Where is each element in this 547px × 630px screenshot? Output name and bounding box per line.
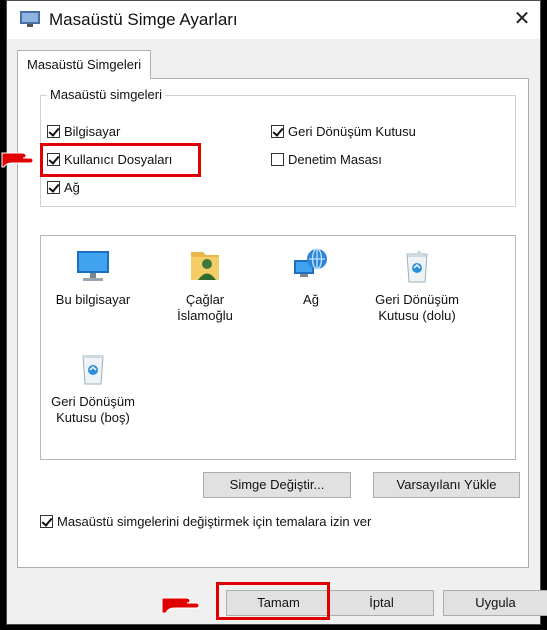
checkbox-label: Ağ — [64, 180, 80, 195]
pointing-hand-icon — [1, 152, 34, 168]
checkbox-label: Bilgisayar — [64, 124, 121, 139]
desktop-icon-settings-dialog: Masaüstü Simge Ayarları ✕ Masaüstü Simge… — [6, 0, 547, 625]
recycle-bin-empty-icon — [82, 355, 104, 385]
checkbox-label: Geri Dönüşüm Kutusu — [288, 124, 416, 139]
apply-button[interactable]: Uygula — [443, 590, 547, 616]
icon-item-user-files[interactable]: Çağlar İslamoğlu — [159, 246, 251, 324]
icon-item-network[interactable]: Ağ — [265, 246, 357, 308]
tab-desktop-icons[interactable]: Masaüstü Simgeleri — [17, 50, 152, 79]
checkbox-box[interactable] — [47, 125, 60, 138]
checkbox-computer[interactable]: Bilgisayar — [47, 124, 120, 139]
checkbox-recycle-bin[interactable]: Geri Dönüşüm Kutusu — [271, 124, 416, 139]
group-legend: Masaüstü simgeleri — [47, 87, 165, 102]
checkbox-control-panel[interactable]: Denetim Masası — [271, 152, 382, 167]
network-globe-icon — [294, 248, 327, 277]
window-title: Masaüstü Simge Ayarları — [49, 10, 238, 29]
icon-item-this-pc[interactable]: Bu bilgisayar — [47, 246, 139, 308]
icon-label: Çağlar İslamoğlu — [177, 292, 233, 323]
monitor-icon — [77, 251, 109, 281]
checkbox-network[interactable]: Ağ — [47, 180, 80, 195]
change-icon-button[interactable]: Simge Değiştir... — [203, 472, 351, 498]
checkbox-label: Denetim Masası — [288, 152, 382, 167]
user-files-highlight — [40, 143, 201, 177]
recycle-bin-full-icon — [406, 250, 428, 283]
allow-themes-checkbox[interactable]: Masaüstü simgelerini değiştirmek için te… — [40, 514, 371, 529]
checkbox-box[interactable] — [271, 153, 284, 166]
icon-label: Geri Dönüşüm Kutusu (dolu) — [375, 292, 459, 323]
icon-label: Geri Dönüşüm Kutusu (boş) — [51, 394, 135, 425]
ok-button-highlight — [216, 582, 330, 620]
icon-item-recycle-bin-full[interactable]: Geri Dönüşüm Kutusu (dolu) — [371, 246, 463, 324]
cancel-button[interactable]: İptal — [329, 590, 434, 616]
icon-preview-list[interactable]: Bu bilgisayar Çağlar İslamoğlu Ağ Geri D… — [40, 235, 516, 460]
checkbox-box[interactable] — [271, 125, 284, 138]
desktop-settings-icon — [20, 11, 40, 27]
checkbox-label: Masaüstü simgelerini değiştirmek için te… — [57, 514, 372, 529]
checkbox-box[interactable] — [47, 181, 60, 194]
checkbox-box[interactable] — [40, 515, 53, 528]
icon-item-recycle-bin-empty[interactable]: Geri Dönüşüm Kutusu (boş) — [47, 348, 139, 426]
icon-label: Ağ — [303, 292, 319, 307]
pointing-hand-icon — [161, 597, 200, 614]
icon-label: Bu bilgisayar — [55, 292, 131, 307]
title-bar: Masaüstü Simge Ayarları ✕ — [7, 1, 540, 39]
user-folder-icon — [191, 252, 219, 280]
restore-default-button[interactable]: Varsayılanı Yükle — [373, 472, 520, 498]
close-button[interactable]: ✕ — [508, 5, 536, 33]
